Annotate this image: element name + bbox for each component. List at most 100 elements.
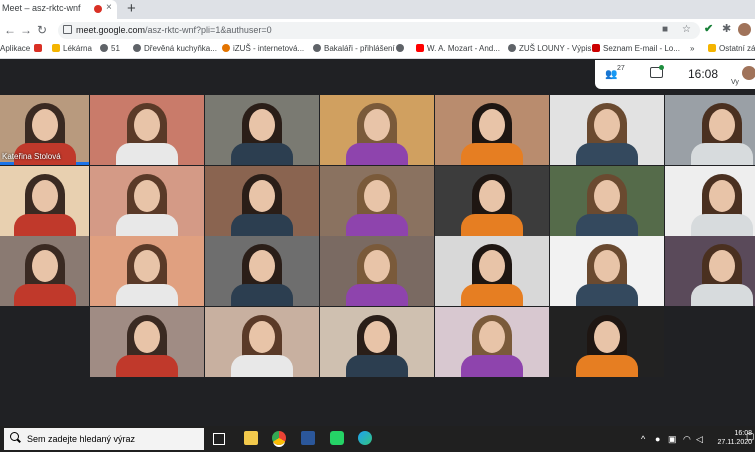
meet-top-bar: 👥 27 16:08 Vy [595, 60, 755, 89]
bookmark-seznam[interactable]: Seznam E-mail - Lo... [592, 44, 680, 53]
address-bar[interactable]: meet.google.com/asz-rktc-wnf?pli=1&authu… [58, 22, 700, 39]
windows-taskbar: Sem zadejte hledaný výraz ^ ● ▣ ◠ ◁ 16:0… [0, 426, 755, 452]
notifications-icon[interactable]: ▢ [746, 431, 755, 442]
participant-body [691, 284, 753, 306]
participant-face [709, 250, 735, 282]
extension-check-icon[interactable]: ✔ [704, 22, 713, 35]
participant-video-tile[interactable] [90, 166, 204, 236]
participant-body [576, 143, 638, 165]
participant-video-tile[interactable]: Kateřina Stolová [0, 95, 89, 165]
participant-video-tile[interactable] [550, 95, 664, 165]
participant-video-tile[interactable] [665, 166, 755, 236]
participant-video-tile[interactable] [435, 307, 549, 377]
back-icon[interactable]: ← [4, 23, 16, 37]
participant-face [134, 180, 160, 212]
file-explorer-icon[interactable] [244, 431, 258, 445]
bookmark-lekarna[interactable]: Lékárna [52, 44, 92, 53]
participant-video-tile[interactable] [435, 166, 549, 236]
participant-video-tile[interactable] [550, 166, 664, 236]
edge-icon[interactable] [358, 431, 372, 445]
people-icon[interactable]: 👥 [605, 69, 617, 80]
participant-face [31, 250, 58, 282]
camera-icon[interactable]: ■ [662, 24, 668, 35]
tab-strip: Meet – asz-rktc-wnf × + [0, 0, 755, 19]
tray-app-icon[interactable]: ▣ [668, 434, 677, 445]
tray-chevron-icon[interactable]: ^ [641, 434, 645, 444]
participant-video-tile[interactable] [90, 95, 204, 165]
chrome-icon[interactable] [272, 431, 286, 445]
close-tab-icon[interactable]: × [106, 2, 112, 13]
participant-video-tile[interactable] [90, 236, 204, 306]
bookmark-kuchynka[interactable]: Dřevěná kuchyňka... [133, 44, 217, 53]
participant-video-tile[interactable] [320, 307, 434, 377]
extensions-icon[interactable]: ✱ [722, 22, 731, 35]
wifi-icon[interactable]: ◠ [683, 434, 691, 445]
participant-face [134, 321, 160, 353]
bookmarks-overflow-icon[interactable]: » [690, 44, 694, 53]
participant-body [691, 143, 753, 165]
participant-body [346, 355, 408, 377]
participant-face [31, 109, 58, 141]
participant-video-tile[interactable] [205, 166, 319, 236]
participant-face [479, 321, 505, 353]
participant-video-tile[interactable] [665, 236, 755, 306]
bookmark-51[interactable]: 51 [100, 44, 120, 53]
participant-video-tile[interactable] [320, 95, 434, 165]
participant-video-tile[interactable] [320, 236, 434, 306]
volume-icon[interactable]: ◁ [696, 434, 703, 445]
bookmark-other[interactable]: Ostatní zá [708, 44, 755, 53]
tab-title: Meet – asz-rktc-wnf [2, 3, 81, 13]
bookmark-izus[interactable]: iZUŠ - internetová... [222, 44, 304, 53]
participant-body [576, 284, 638, 306]
lock-icon [63, 25, 72, 34]
task-view-icon[interactable] [213, 433, 225, 445]
participant-video-tile[interactable] [0, 166, 89, 236]
browser-tab[interactable]: Meet – asz-rktc-wnf × [0, 0, 117, 19]
participant-body [231, 355, 293, 377]
participant-video-tile[interactable] [665, 95, 755, 165]
word-icon[interactable] [301, 431, 315, 445]
bookmark-star-icon[interactable]: ☆ [682, 24, 691, 35]
participant-video-tile[interactable] [320, 166, 434, 236]
participant-body [576, 355, 638, 377]
participant-video-tile[interactable] [205, 236, 319, 306]
participant-body [346, 143, 408, 165]
participant-video-tile[interactable] [550, 236, 664, 306]
bookmark-lekarna[interactable] [34, 44, 45, 53]
bookmark-globe[interactable] [396, 44, 407, 53]
bookmark-mozart[interactable]: W. A. Mozart - And... [416, 44, 500, 53]
participant-video-tile[interactable] [550, 307, 664, 377]
participant-video-tile[interactable] [205, 307, 319, 377]
participant-body [231, 284, 293, 306]
participant-face [594, 321, 620, 353]
reload-icon[interactable]: ↻ [37, 23, 47, 37]
self-avatar[interactable] [742, 66, 755, 80]
taskbar-search[interactable]: Sem zadejte hledaný výraz [4, 428, 204, 450]
whatsapp-icon[interactable] [330, 431, 344, 445]
participant-face [249, 109, 275, 141]
participant-face [249, 250, 275, 282]
participant-body [116, 214, 178, 236]
bookmarks-bar: Aplikace Lékárna 51 Dřevěná kuchyňka... … [0, 42, 755, 59]
participant-video-tile[interactable] [0, 236, 89, 306]
participant-video-tile[interactable] [435, 95, 549, 165]
forward-icon[interactable]: → [20, 23, 32, 37]
participant-face [249, 180, 275, 212]
bookmark-aplikace[interactable]: Aplikace [0, 44, 30, 53]
bookmark-zus-louny[interactable]: ZUŠ LOUNY - Výpis [508, 44, 591, 53]
participant-video-tile[interactable] [435, 236, 549, 306]
participant-video-tile[interactable] [205, 95, 319, 165]
participant-face [594, 109, 620, 141]
new-tab-button[interactable]: + [127, 0, 136, 17]
microphone-icon[interactable]: ● [655, 434, 660, 444]
participant-face [479, 109, 505, 141]
participant-video-tile[interactable] [90, 307, 204, 377]
profile-avatar[interactable] [738, 23, 751, 36]
participant-face [594, 180, 620, 212]
participant-body [691, 214, 753, 236]
participant-body [346, 214, 408, 236]
participant-face [479, 180, 505, 212]
participant-face [364, 109, 390, 141]
participant-face [709, 109, 735, 141]
bookmark-bakalari[interactable]: Bakaláři - přihlášení [313, 44, 395, 53]
